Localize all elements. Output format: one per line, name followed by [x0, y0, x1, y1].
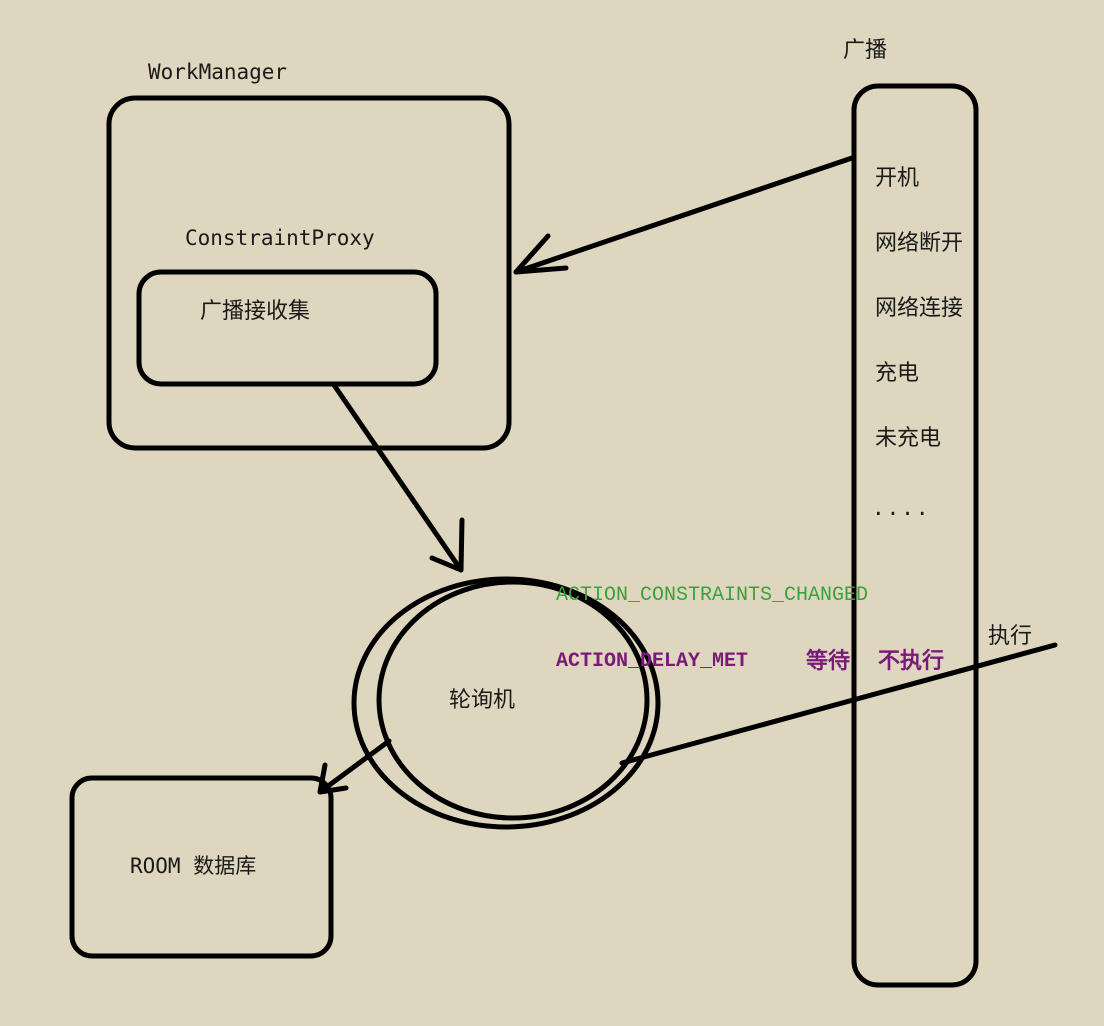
- wait-label: 等待: [806, 648, 851, 674]
- exec-label: 执行: [988, 624, 1033, 649]
- broadcast-item: 未充电: [875, 426, 942, 451]
- arrow-poller-to-database: [317, 738, 392, 795]
- workmanager-title: WorkManager: [148, 60, 288, 84]
- broadcast-title: 广播: [843, 38, 888, 63]
- broadcast-item: ....: [872, 496, 931, 520]
- broadcast-item: 网络断开: [875, 231, 964, 256]
- database-label: ROOM 数据库: [130, 854, 257, 878]
- broadcast-item: 网络连接: [875, 296, 964, 321]
- diagram-canvas: WorkManager ConstraintProxy 广播接收集 广播 开机 …: [0, 0, 1104, 1026]
- broadcast-item: 充电: [875, 361, 920, 386]
- action-delay-met: ACTION_DELAY_MET: [556, 650, 749, 673]
- arrow-head-workmanager: [513, 233, 569, 275]
- poller-label: 轮询机: [449, 688, 516, 713]
- receiver-label: 广播接收集: [200, 299, 311, 324]
- arrow-broadcast-to-workmanager: [513, 155, 855, 275]
- action-constraints-changed: ACTION_CONSTRAINTS_CHANGED: [556, 584, 869, 607]
- arrow-receiver-to-poller: [331, 382, 464, 573]
- broadcast-item: 开机: [875, 166, 920, 191]
- no-exec-label: 不执行: [878, 648, 945, 674]
- receiver-box: [136, 269, 439, 387]
- constraint-proxy-label: ConstraintProxy: [185, 226, 375, 250]
- broadcast-column: [851, 83, 979, 988]
